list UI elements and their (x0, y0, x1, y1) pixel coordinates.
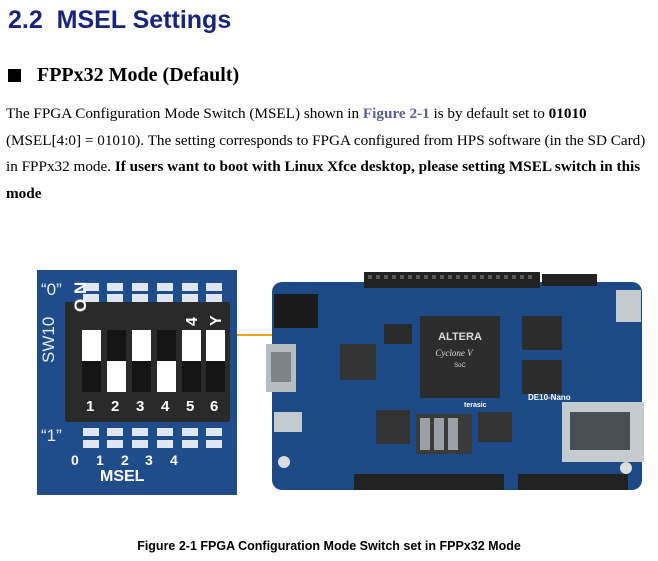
switch-slot-6[interactable] (206, 330, 225, 392)
board-name: DE10-Nano (528, 393, 571, 402)
fpga-sub: SoC (454, 363, 466, 369)
switch-slot-1[interactable] (82, 330, 101, 392)
switch-position-number: 1 (86, 398, 95, 415)
figure-caption: Figure 2-1 FPGA Configuration Mode Switc… (137, 539, 521, 553)
section-heading: 2.2 MSEL Settings (8, 6, 231, 35)
paragraph-text: is by default set to (429, 105, 549, 122)
board-maker: terasic (464, 402, 487, 409)
switch-slot-5[interactable] (182, 330, 201, 392)
switch-tab (107, 283, 123, 291)
switch-tab (206, 440, 222, 448)
label-four: 4 (184, 317, 201, 326)
msel-label: MSEL (100, 468, 145, 485)
switch-knob (206, 330, 225, 361)
switch-tab (182, 283, 198, 291)
switch-slot-3[interactable] (132, 330, 151, 392)
switch-knob (132, 330, 151, 361)
switch-position-number: 3 (136, 398, 145, 415)
label-one: “1” (41, 426, 62, 445)
switch-tab (206, 283, 222, 291)
description-paragraph: The FPGA Configuration Mode Switch (MSEL… (6, 101, 652, 207)
msel-position: 2 (121, 452, 129, 468)
switch-slot-4[interactable] (157, 330, 176, 392)
switch-tab (132, 440, 148, 448)
label-zero: “0” (41, 280, 62, 299)
switch-tab (132, 294, 148, 302)
switch-tab (83, 428, 99, 436)
switch-knob (82, 330, 101, 361)
switch-tab (157, 294, 173, 302)
switch-slot-2[interactable] (107, 330, 126, 392)
switch-position-number: 4 (161, 398, 170, 415)
switch-tab (182, 294, 198, 302)
section-number: 2.2 (8, 6, 43, 34)
paragraph-text: The FPGA Configuration Mode Switch (MSEL… (6, 105, 363, 122)
switch-position-number: 6 (210, 398, 219, 415)
subsection-heading: FPPx32 Mode (Default) (8, 64, 239, 87)
switch-position-number: 2 (111, 398, 120, 415)
switch-tab (132, 428, 148, 436)
switch-knob (182, 330, 201, 361)
switch-knob (107, 361, 126, 392)
switch-tab (107, 294, 123, 302)
switch-knob (157, 361, 176, 392)
fpga-name: Cyclone V (435, 348, 474, 358)
figure-link[interactable]: Figure 2-1 (363, 105, 430, 122)
section-title: MSEL Settings (56, 6, 232, 34)
msel-value: 01010 (548, 105, 587, 122)
switch-tab (83, 440, 99, 448)
on-label: O N (71, 281, 90, 312)
msel-switch-panel: “0” “1” SW10 O N 0 1 2 3 4 MSEL 12 3 4 5… (37, 270, 237, 495)
msel-position: 1 (96, 452, 104, 468)
msel-position: 0 (71, 452, 79, 468)
switch-tab (206, 428, 222, 436)
switch-tab (107, 440, 123, 448)
switch-position-number: 5 (186, 398, 195, 415)
square-bullet-icon (8, 69, 21, 82)
msel-position: 3 (145, 452, 153, 468)
label-y: Y (208, 315, 225, 326)
switch-tab (107, 428, 123, 436)
sw10-label: SW10 (39, 316, 58, 363)
switch-tab (182, 440, 198, 448)
switch-tab (157, 440, 173, 448)
switch-tab (206, 294, 222, 302)
fpga-brand: ALTERA (438, 331, 482, 343)
subsection-title: FPPx32 Mode (Default) (37, 64, 240, 86)
switch-tab (132, 283, 148, 291)
switch-tab (157, 283, 173, 291)
switch-tab (182, 428, 198, 436)
switch-tab (157, 428, 173, 436)
msel-position: 4 (170, 452, 178, 468)
de10-nano-board: ALTERA Cyclone V SoC DE10-Nano terasic (266, 272, 644, 490)
